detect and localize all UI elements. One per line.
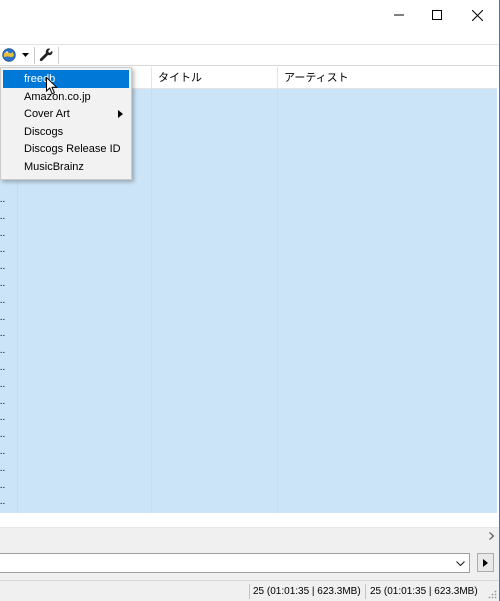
minimize-icon <box>394 14 404 16</box>
chevron-down-icon <box>455 560 465 566</box>
context-menu: freedb Amazon.co.jp Cover Art Discogs Di… <box>0 67 132 180</box>
app-window: タイトル アーティスト ............................… <box>0 0 500 601</box>
status-right: 25 (01:01:35 | 623.3MB) <box>370 586 478 597</box>
row-truncation-marker: ... <box>0 479 6 491</box>
row-truncation-marker: ... <box>0 412 6 424</box>
play-arrow-icon <box>483 558 488 567</box>
row-truncation-marker: ... <box>0 227 6 239</box>
row-truncation-marker: ... <box>0 378 6 390</box>
row-truncation-marker: ... <box>0 210 6 222</box>
dropdown-arrow-icon <box>21 53 29 57</box>
menu-item-label: MusicBrainz <box>24 161 84 173</box>
row-truncation-marker: ... <box>0 462 6 474</box>
row-truncation-marker: ... <box>0 261 6 273</box>
row-truncation-marker: ... <box>0 362 6 373</box>
chevron-right-icon <box>488 532 494 540</box>
mouse-cursor-icon <box>46 77 58 95</box>
wrench-icon[interactable] <box>39 48 54 63</box>
row-truncation-marker: ... <box>0 345 6 357</box>
combo-box[interactable] <box>0 553 470 573</box>
column-header-title[interactable]: タイトル <box>151 67 277 89</box>
row-truncation-marker: ... <box>0 294 6 306</box>
menu-item-discogs[interactable]: Discogs <box>3 123 129 141</box>
menu-item-freedb[interactable]: freedb <box>3 70 129 88</box>
menu-item-label: Discogs Release ID <box>24 143 121 155</box>
menu-item-discogs-release-id[interactable]: Discogs Release ID <box>3 140 129 158</box>
list-empty-area <box>0 513 497 527</box>
menu-item-amazon[interactable]: Amazon.co.jp <box>3 88 129 106</box>
row-truncation-marker: ... <box>0 429 6 441</box>
close-button[interactable] <box>454 0 500 30</box>
menu-item-cover-art[interactable]: Cover Art <box>3 105 129 123</box>
menu-item-label: Discogs <box>24 126 64 138</box>
menu-item-musicbrainz[interactable]: MusicBrainz <box>3 158 129 176</box>
row-truncation-marker: ... <box>0 244 6 256</box>
row-truncation-marker: ... <box>0 328 6 340</box>
scroll-right-button[interactable] <box>485 530 497 542</box>
menu-item-label: Cover Art <box>24 108 70 120</box>
title-bar <box>0 0 500 32</box>
row-truncation-marker: ... <box>0 446 6 457</box>
globe-icon[interactable] <box>2 48 16 62</box>
toolbar <box>0 44 499 66</box>
close-icon <box>471 9 483 21</box>
combo-area <box>0 544 499 580</box>
status-bar: 25 (01:01:35 | 623.3MB) 25 (01:01:35 | 6… <box>0 580 499 601</box>
row-truncation-marker: ... <box>0 395 6 407</box>
toolbar-separator <box>34 47 35 64</box>
column-header-artist[interactable]: アーティスト <box>277 67 497 89</box>
horizontal-scrollbar[interactable] <box>0 527 499 544</box>
column-divider <box>277 89 278 513</box>
column-divider <box>151 89 152 513</box>
globe-dropdown-button[interactable] <box>20 49 30 61</box>
toolbar-separator <box>58 47 59 64</box>
status-separator <box>249 584 250 599</box>
go-button[interactable] <box>477 553 494 572</box>
combo-dropdown-button[interactable] <box>453 556 467 570</box>
resize-grip-icon[interactable] <box>487 589 497 599</box>
row-truncation-marker: ... <box>0 278 6 289</box>
status-separator <box>365 584 366 599</box>
submenu-arrow-icon <box>118 110 123 118</box>
row-truncation-marker: ... <box>0 496 6 508</box>
row-truncation-marker: ... <box>0 194 6 205</box>
status-left: 25 (01:01:35 | 623.3MB) <box>253 586 361 597</box>
row-truncation-marker: ... <box>0 311 6 323</box>
maximize-icon <box>432 10 442 20</box>
